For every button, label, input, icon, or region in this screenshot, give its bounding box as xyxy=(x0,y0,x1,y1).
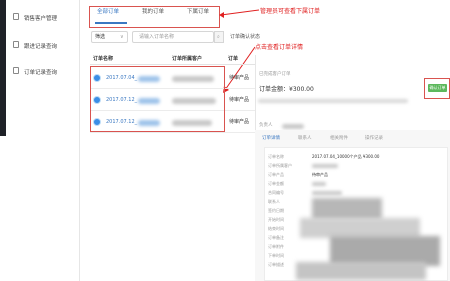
mosaic-redaction xyxy=(300,218,420,238)
annotation-rows-note: 点击查看订单详情 xyxy=(255,44,304,51)
column-header-customer: 订单所属客户 xyxy=(172,56,203,62)
field-label: 订单描述 xyxy=(268,262,284,267)
detail-tab-attachments[interactable]: 相关附件 xyxy=(330,136,348,142)
row-divider xyxy=(90,132,255,133)
sidebar: 销售客户管理 跟进记录查询 订单记录查询 xyxy=(6,0,80,281)
blurred-contract-value xyxy=(312,191,342,195)
blurred-meta xyxy=(258,99,408,103)
blurred-owner xyxy=(282,124,304,129)
field-label: 签约日期 xyxy=(268,208,284,213)
detail-top-label: 已完成客户订单 xyxy=(259,72,291,77)
annotation-tabs-note: 管理员可查看下属订单 xyxy=(260,8,321,15)
filter-select[interactable]: 筛选 ∨ xyxy=(91,31,128,43)
field-label: 联系人 xyxy=(268,199,280,204)
record-title: 2017.07.04_10000个产品 ¥300.00 xyxy=(312,154,380,159)
detail-tab-logs[interactable]: 操作记录 xyxy=(365,136,383,142)
column-header-order: 订单 xyxy=(228,56,239,62)
sidebar-item-followups[interactable]: 跟进记录查询 xyxy=(6,36,80,54)
column-header-name: 订单名称 xyxy=(93,56,114,62)
active-tab-indicator xyxy=(95,22,127,24)
sidebar-item-label: 销售客户管理 xyxy=(24,16,58,22)
folder-icon xyxy=(13,13,19,20)
sidebar-item-label: 跟进记录查询 xyxy=(24,44,58,50)
field-label: 订单备注 xyxy=(268,235,284,240)
field-label: 订单名称 xyxy=(268,154,284,159)
field-label: 下单时间 xyxy=(268,253,284,258)
detail-tab-contacts[interactable]: 联系人 xyxy=(298,136,312,142)
list-icon xyxy=(13,67,19,74)
chevron-down-icon: ∨ xyxy=(120,34,124,40)
sidebar-item-orders[interactable]: 订单记录查询 xyxy=(6,62,80,80)
tab-my-orders[interactable]: 我的订单 xyxy=(142,7,164,15)
order-status: 待审产品 xyxy=(229,97,250,103)
order-status: 待审产品 xyxy=(229,119,250,125)
search-input[interactable]: 请输入订单名称 xyxy=(132,31,214,43)
tab-sub-orders[interactable]: 下属订单 xyxy=(187,7,209,15)
sidebar-item-customers[interactable]: 销售客户管理 xyxy=(6,8,80,26)
search-placeholder: 请输入订单名称 xyxy=(139,34,175,40)
rows-highlight-box xyxy=(90,66,225,132)
field-label: 订单金额 xyxy=(268,181,284,186)
field-label: 结束时间 xyxy=(268,226,284,231)
field-label: 订单附件 xyxy=(268,244,284,249)
field-label: 订单所属客户 xyxy=(268,163,292,168)
detail-tab-info[interactable]: 订单详情 xyxy=(262,136,280,142)
mosaic-redaction xyxy=(296,262,426,280)
tab-all-orders[interactable]: 全部订单 xyxy=(97,7,119,15)
owner-label: 负责人 xyxy=(259,123,273,128)
blurred-amount-value xyxy=(312,182,326,186)
field-label: 开始时间 xyxy=(268,217,284,222)
order-status: 待审产品 xyxy=(229,75,250,81)
record-product: 待审产品 xyxy=(312,172,328,177)
field-label: 合同编号 xyxy=(268,190,284,195)
mosaic-redaction xyxy=(312,198,382,220)
filter-select-label: 筛选 xyxy=(95,34,106,40)
approve-order-button[interactable]: 确认订单 xyxy=(428,84,447,92)
field-label: 订单产品 xyxy=(268,172,284,177)
sidebar-item-label: 订单记录查询 xyxy=(24,70,58,76)
blurred-customer-value xyxy=(312,164,338,168)
confirm-status-filter[interactable]: 订单确认状态 xyxy=(230,35,260,40)
search-button[interactable]: ⌕ xyxy=(214,31,224,43)
search-icon: ⌕ xyxy=(217,34,220,40)
document-icon xyxy=(13,41,19,48)
order-amount: 订单金额：¥300.00 xyxy=(259,86,314,93)
